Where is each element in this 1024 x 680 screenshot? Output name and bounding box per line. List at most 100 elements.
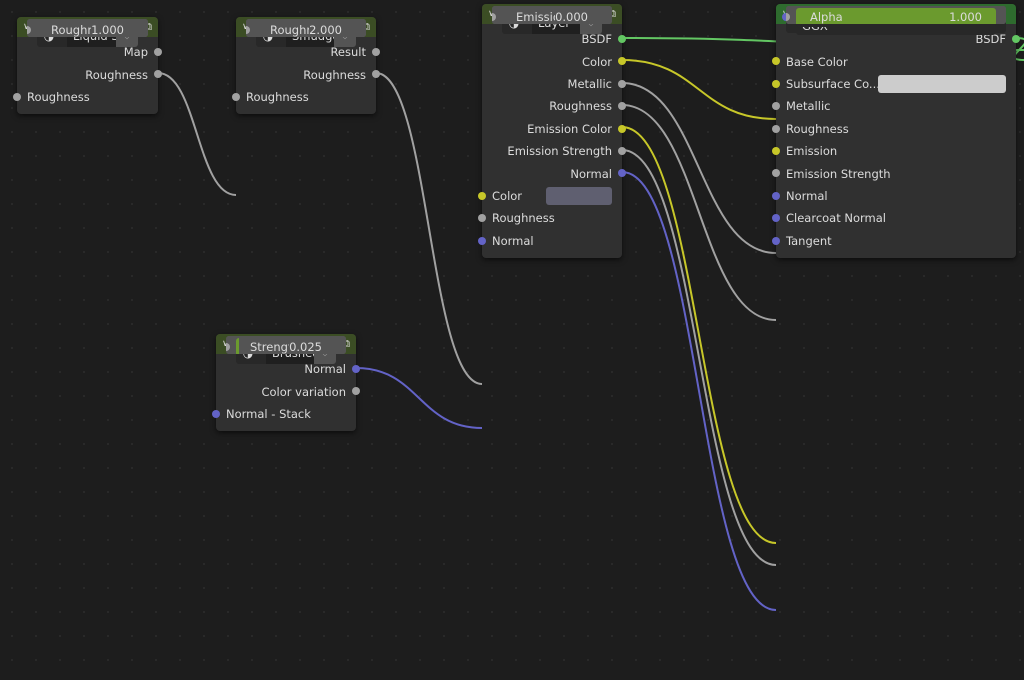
socket-row-emission-strength: Emission Strength	[482, 140, 626, 162]
float-socket-icon[interactable]	[27, 26, 31, 34]
vector-socket-icon[interactable]	[772, 191, 780, 200]
socket-row-normal: Normal	[482, 162, 626, 184]
field-label: Emission	[516, 10, 555, 24]
socket-label: Result	[330, 45, 366, 60]
link-vector[interactable]	[355, 367, 483, 429]
vector-socket-icon[interactable]	[352, 365, 360, 373]
float-socket-icon[interactable]	[232, 92, 240, 101]
field-label: Alpha	[810, 10, 843, 24]
float-socket-icon[interactable]	[618, 146, 626, 155]
float-socket-icon[interactable]	[478, 214, 486, 223]
socket-label: Subsurface Co...	[786, 76, 880, 91]
socket-label: Roughness	[27, 89, 90, 104]
node-body: MapRoughness◑˅Liquid St...⛉Seed0.000Scal…	[13, 19, 162, 114]
field-value: 1.000	[949, 10, 982, 24]
socket-row-color: Color	[482, 50, 626, 72]
socket-label: Normal	[786, 188, 828, 203]
socket-row-emission-color: Emission Color	[482, 118, 626, 140]
socket-row-roughness: Roughness	[236, 63, 380, 85]
field-label: Roughnes	[270, 23, 309, 37]
node-brushed[interactable]: ∨Brushed⧉NormalColor variation◑˅Brushed⛉…	[212, 334, 360, 432]
socket-label: Tangent	[786, 233, 832, 248]
shader-socket-icon[interactable]	[1012, 35, 1020, 43]
socket-row-normal: Normal	[772, 185, 1016, 207]
float-socket-icon[interactable]	[13, 92, 21, 101]
field-value: 2.000	[309, 23, 342, 37]
color-socket-icon[interactable]	[618, 124, 626, 133]
color-socket-icon[interactable]	[772, 146, 780, 155]
link-vector[interactable]	[621, 171, 777, 611]
socket-label: Emission Strength	[507, 144, 612, 159]
socket-row-emission: Emission	[772, 140, 1016, 162]
vector-socket-icon[interactable]	[772, 236, 780, 245]
link-float[interactable]	[621, 104, 777, 321]
socket-row-metallic: Metallic	[772, 95, 1016, 117]
socket-row-roughness: Roughness	[478, 207, 622, 229]
float-socket-icon[interactable]	[246, 26, 250, 34]
value-field-alpha[interactable]: Alpha 1.000	[796, 8, 996, 24]
socket-row-alpha: Alpha 1.000	[786, 6, 1006, 24]
socket-row-roughnes: Roughnes2.000	[246, 19, 366, 37]
socket-row-roughness: Roughness	[772, 118, 1016, 140]
value-field-roughne[interactable]: Roughne1.000	[37, 21, 138, 37]
field-label: Roughne	[51, 23, 92, 37]
link-float[interactable]	[621, 82, 777, 254]
socket-label: BSDF	[581, 32, 612, 47]
socket-label: Color variation	[261, 384, 346, 399]
value-field-strength[interactable]: Strength0.025	[236, 338, 336, 354]
socket-row-color-variation: Color variation	[216, 380, 360, 402]
node-principled[interactable]: ∨Principled BSDFBSDFGGX˅Random Walk˅Base…	[772, 4, 1020, 258]
link-color[interactable]	[621, 126, 777, 544]
vector-socket-icon[interactable]	[478, 236, 486, 245]
socket-label: Map	[123, 45, 148, 60]
link-float[interactable]	[375, 72, 483, 385]
value-field-emission[interactable]: Emission0.000	[502, 8, 602, 24]
socket-label: Color	[581, 54, 612, 69]
node-layer[interactable]: ∨Layer⧉BSDFColorMetallicRoughnessEmissio…	[478, 4, 626, 258]
socket-label: Roughness	[786, 121, 849, 136]
socket-row-emission: Emission0.000	[492, 6, 612, 24]
socket-label: Clearcoat Normal	[786, 211, 887, 226]
color-socket-icon[interactable]	[772, 57, 780, 66]
socket-label: Normal	[492, 233, 534, 248]
float-socket-icon[interactable]	[226, 343, 230, 351]
socket-label: Base Color	[786, 54, 848, 69]
socket-label: Normal	[570, 166, 612, 181]
socket-row-strength: Strength0.025	[226, 336, 346, 354]
value-field-roughnes[interactable]: Roughnes2.000	[256, 21, 356, 37]
float-socket-icon[interactable]	[772, 124, 780, 133]
field-value: 1.000	[91, 23, 124, 37]
float-socket-icon[interactable]	[618, 79, 626, 88]
socket-label: Normal	[304, 362, 346, 377]
node-body: NormalColor variation◑˅Brushed⛉Scale2000…	[212, 336, 360, 431]
vector-socket-icon[interactable]	[772, 214, 780, 223]
float-socket-icon[interactable]	[154, 48, 162, 56]
field-value: 0.025	[289, 340, 322, 354]
color-socket-icon[interactable]	[478, 191, 486, 200]
color-swatch[interactable]	[546, 186, 612, 205]
field-label: Strength	[250, 340, 289, 354]
color-swatch[interactable]	[878, 74, 1006, 93]
field-value: 0.000	[555, 10, 588, 24]
socket-row-emission-strength: Emission Strength	[772, 162, 1016, 184]
socket-label: Emission	[786, 144, 838, 159]
socket-row-roughness: Roughness	[13, 86, 158, 108]
node-smudges[interactable]: ∨Smudges 01⧉ResultRoughness◑˅Smudges...⛉…	[232, 17, 380, 115]
color-socket-icon[interactable]	[772, 79, 780, 88]
float-socket-icon[interactable]	[492, 13, 496, 21]
shader-socket-icon[interactable]	[618, 35, 626, 43]
socket-label: Color	[492, 188, 523, 203]
float-socket-icon[interactable]	[372, 48, 380, 56]
node-liquid[interactable]: ∨Liquid Stain 1⧉MapRoughness◑˅Liquid St.…	[13, 17, 162, 115]
node-body: ResultRoughness◑˅Smudges...⛉Seed200.000S…	[232, 19, 380, 114]
socket-row-roughne: Roughne1.000	[27, 19, 148, 37]
socket-label: Roughness	[549, 99, 612, 114]
socket-row-clearcoat-normal: Clearcoat Normal	[772, 207, 1016, 229]
float-socket-icon[interactable]	[772, 102, 780, 111]
link-float[interactable]	[157, 72, 237, 196]
vector-socket-icon[interactable]	[212, 409, 220, 418]
float-socket-icon[interactable]	[772, 169, 780, 178]
socket-row-tangent: Tangent	[772, 230, 1016, 252]
float-socket-icon[interactable]	[786, 13, 790, 21]
socket-row-color: Color	[478, 185, 622, 207]
